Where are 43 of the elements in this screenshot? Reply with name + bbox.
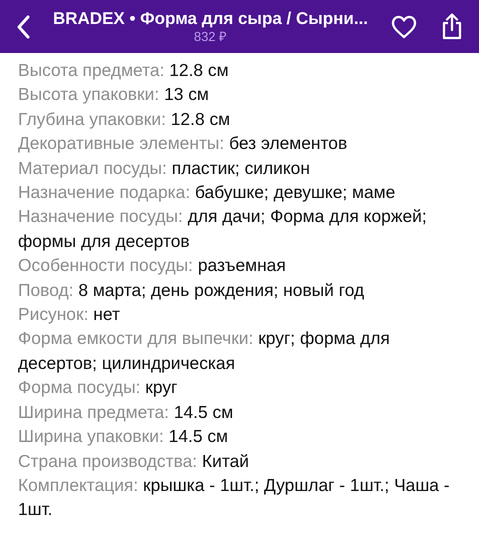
spec-value: 12.8 см xyxy=(169,60,229,80)
spec-value: 1шт. xyxy=(18,498,52,522)
product-price: 832 ₽ xyxy=(192,28,228,44)
spec-label: Назначение подарка: xyxy=(18,182,190,202)
spec-value: 14.5 см xyxy=(168,426,228,446)
spec-value: 8 марта; день рождения; новый год xyxy=(78,280,364,300)
share-button[interactable] xyxy=(441,13,463,40)
spec-label: Высота предмета: xyxy=(18,60,164,80)
spec-label: Рисунок: xyxy=(18,304,88,324)
spec-label: Глубина упаковки: xyxy=(18,108,166,129)
spec-value: формы для десертов xyxy=(18,230,190,253)
spec-label: Страна производства: xyxy=(18,450,198,470)
heart-icon xyxy=(391,14,417,38)
spec-value: для дачи; Форма для коржей; xyxy=(188,206,427,226)
spec-value: нет xyxy=(93,304,120,324)
spec-value: десертов; цилиндрическая xyxy=(18,352,236,375)
spec-value: крышка - 1шт.; Дуршлаг - 1шт.; Чаша - xyxy=(143,474,450,495)
spec-value: 12.8 см xyxy=(170,108,230,129)
spec-value: пластик; силикон xyxy=(172,158,310,178)
spec-value: 13 см xyxy=(164,84,209,104)
spec-value: круг; форма для xyxy=(258,328,390,348)
spec-value: без элементов xyxy=(229,133,348,154)
spec-label: Комплектация: xyxy=(18,474,138,495)
spec-value: 14.5 см xyxy=(174,402,234,422)
spec-value: разъемная xyxy=(198,255,286,276)
spec-label: Ширина предмета: xyxy=(18,402,169,422)
share-icon xyxy=(441,13,463,40)
spec-label: Форма посуды: xyxy=(18,377,140,398)
spec-label: Повод: xyxy=(18,280,74,300)
back-icon xyxy=(16,14,30,38)
spec-label: Материал посуды: xyxy=(18,158,167,178)
back-button[interactable] xyxy=(16,14,30,38)
spec-label: Форма емкости для выпечки: xyxy=(18,328,254,348)
product-title: BRADEX • Форма для сыра / Сырни... xyxy=(52,8,370,29)
spec-label: Ширина упаковки: xyxy=(18,426,164,446)
favorite-button[interactable] xyxy=(391,14,417,38)
spec-value: бабушке; девушке; маме xyxy=(195,182,396,202)
spec-label: Особенности посуды: xyxy=(18,255,193,276)
spec-label: Декоративные элементы: xyxy=(18,133,224,154)
spec-label: Высота упаковки: xyxy=(18,84,160,104)
spec-value: Китай xyxy=(202,450,249,470)
spec-label: Назначение посуды: xyxy=(18,206,183,226)
spec-value: круг xyxy=(145,377,178,398)
